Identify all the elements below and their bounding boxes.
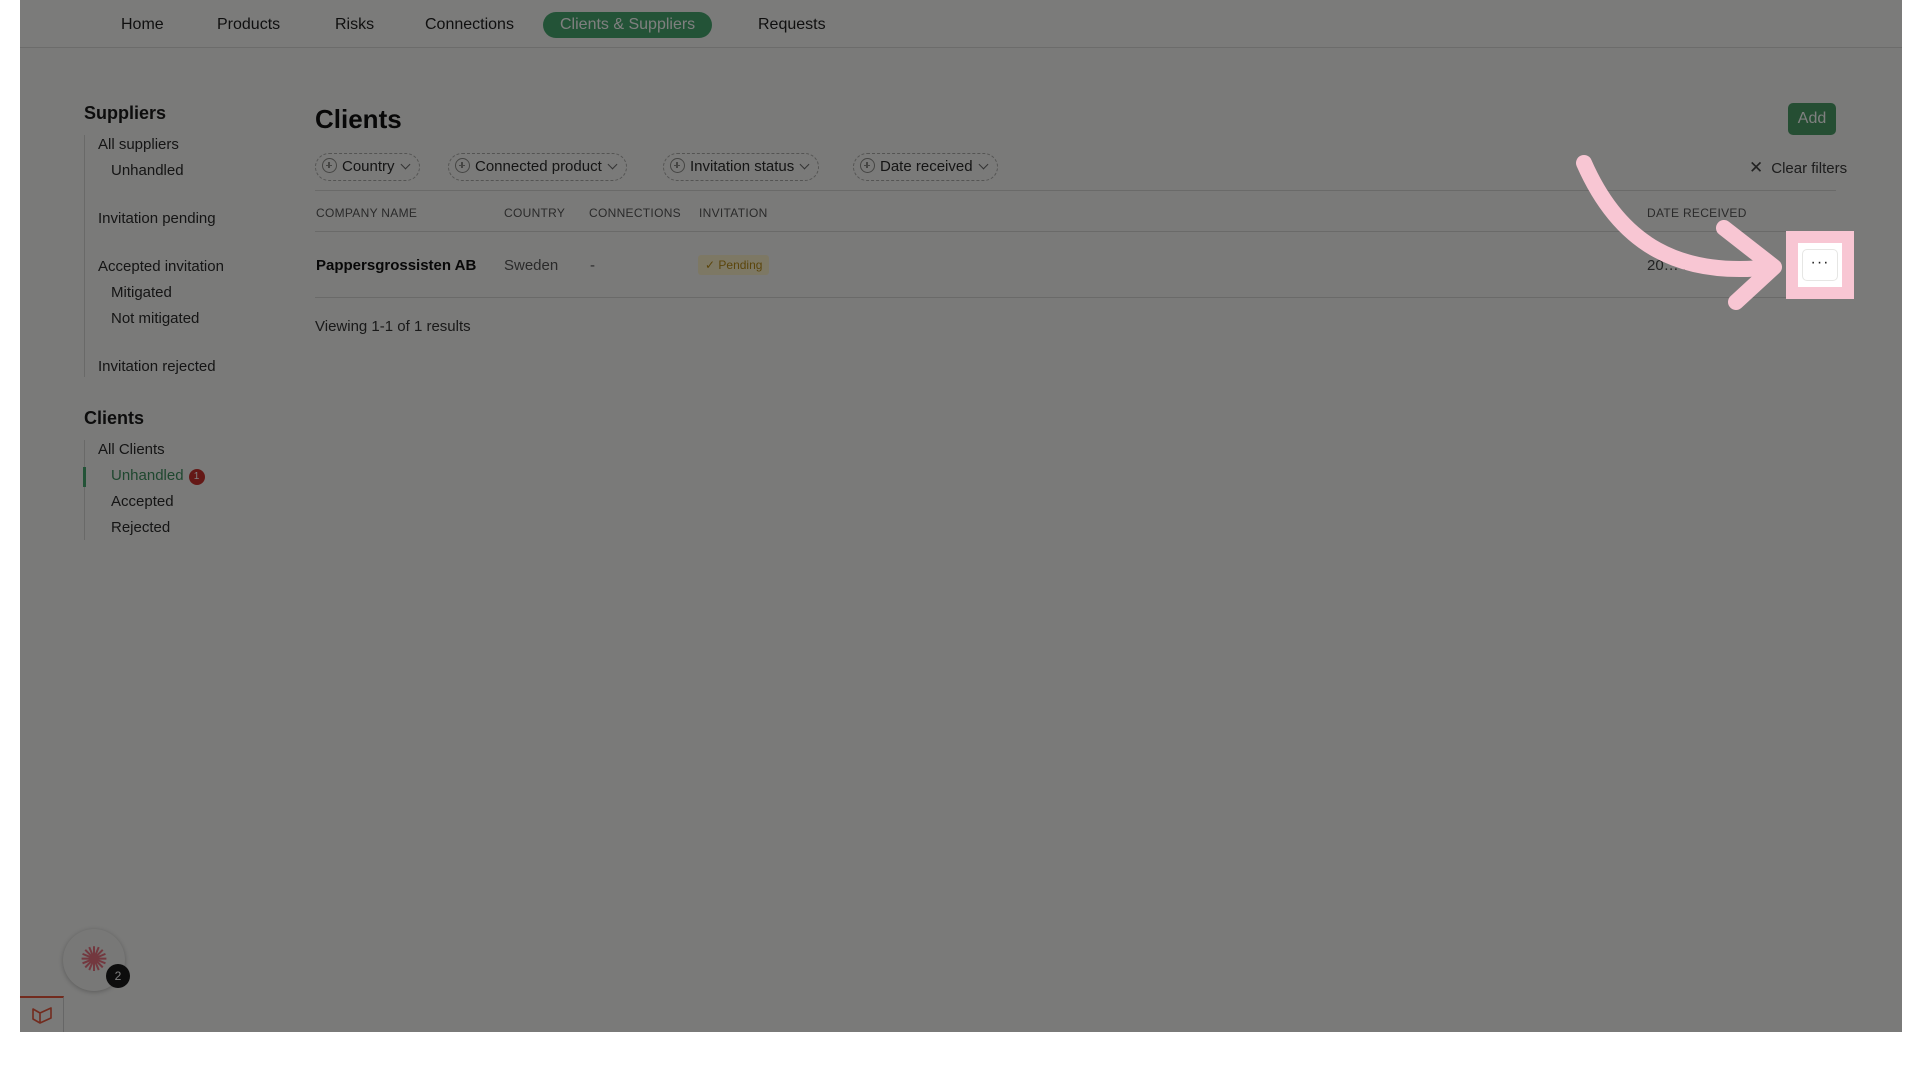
app-frame: Home Products Risks Connections Clients …	[20, 0, 1902, 1032]
arrow-icon	[1576, 155, 1782, 310]
